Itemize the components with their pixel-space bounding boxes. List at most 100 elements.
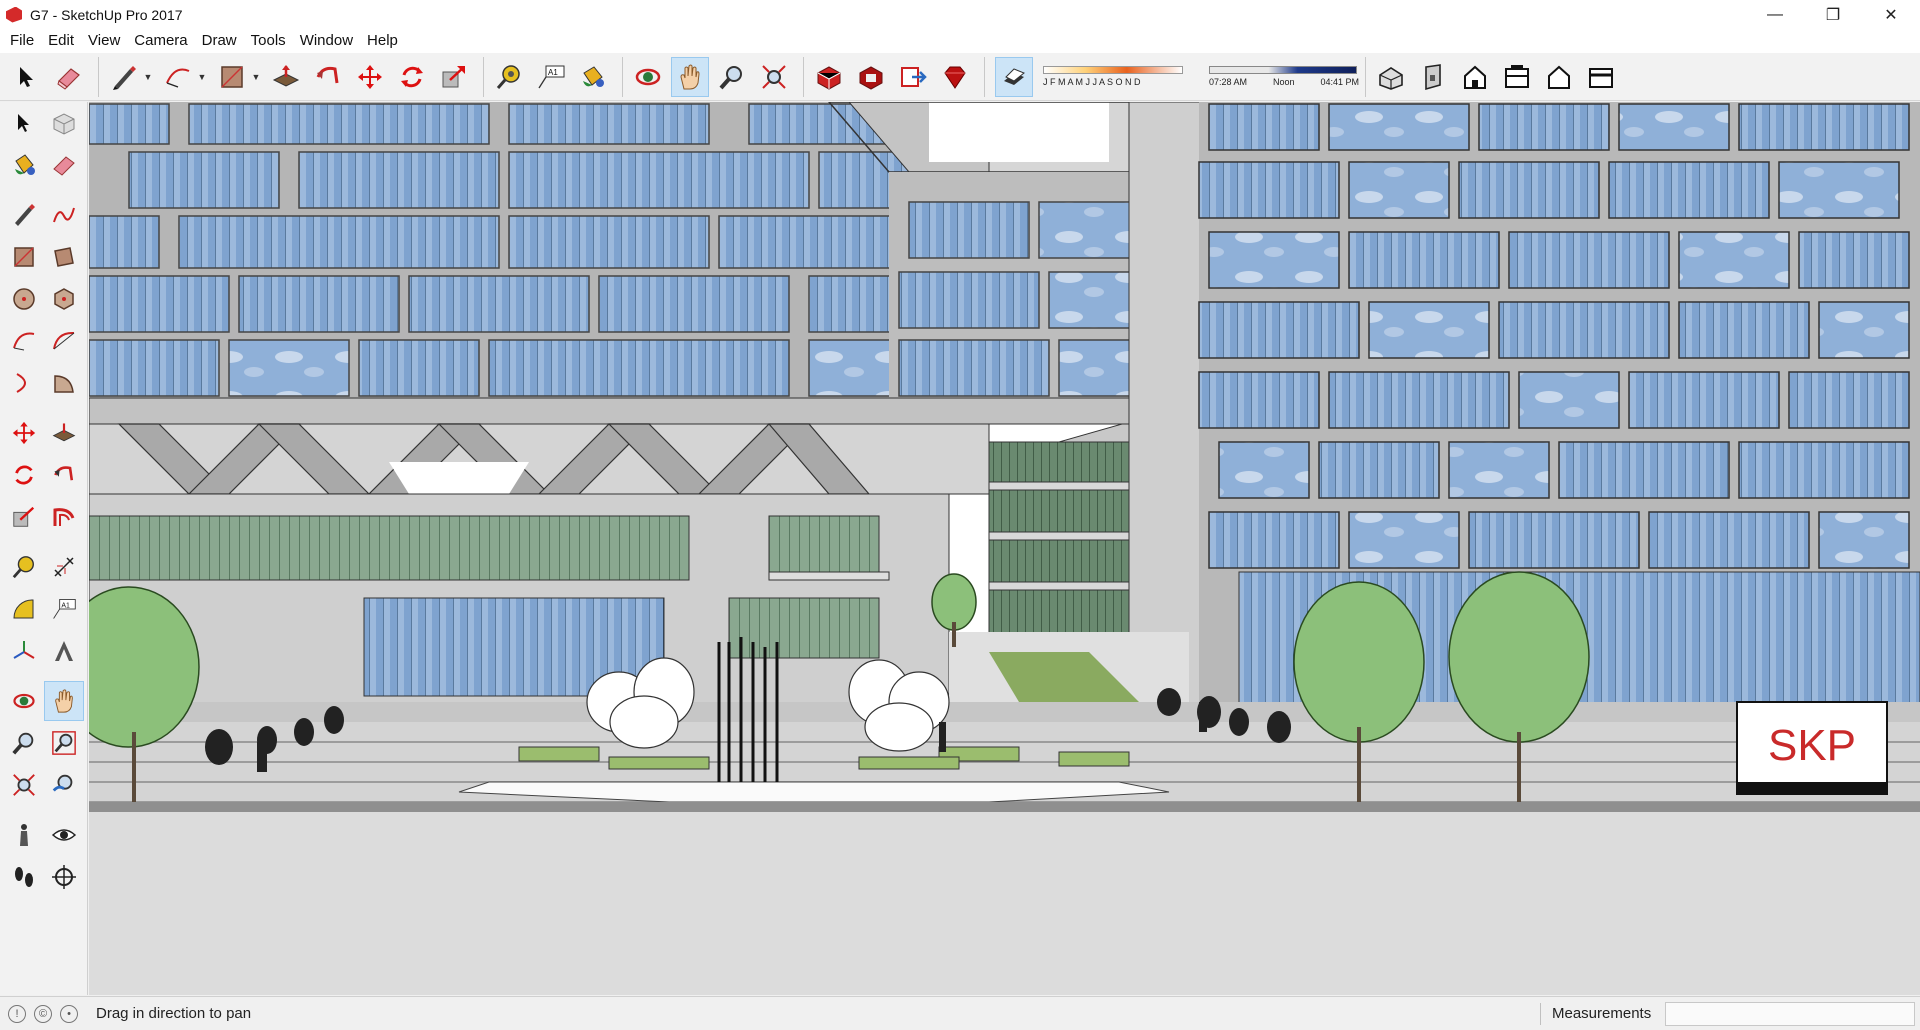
chevron-down-icon[interactable]: ▼ — [143, 57, 153, 97]
zoom-extents-icon[interactable] — [755, 57, 793, 97]
eraser-icon[interactable] — [50, 57, 88, 97]
text-tool-icon[interactable]: A1 — [532, 57, 570, 97]
minimize-button[interactable]: — — [1746, 0, 1804, 29]
shadow-toggle-icon[interactable] — [995, 56, 1033, 97]
left-tool-row — [0, 814, 87, 856]
menu-tools[interactable]: Tools — [244, 29, 293, 53]
shadow-date-slider[interactable]: J F M A M J J A S O N D — [1043, 66, 1193, 87]
left-toolbar-gap — [0, 806, 87, 814]
left-tool-row — [0, 412, 87, 454]
left-view-icon[interactable] — [1582, 57, 1620, 97]
two-point-arc-icon[interactable] — [44, 321, 84, 361]
send-to-layout-icon[interactable] — [894, 57, 932, 97]
geo-location-icon[interactable]: ! — [8, 1004, 26, 1023]
menu-draw[interactable]: Draw — [195, 29, 244, 53]
user-account-icon[interactable]: • — [60, 1004, 78, 1023]
shadow-month-labels: J F M A M J J A S O N D — [1043, 77, 1141, 87]
svg-text:A1: A1 — [61, 602, 70, 609]
walk-icon[interactable] — [4, 857, 44, 897]
measurements-input[interactable] — [1665, 1002, 1915, 1026]
zoom-icon[interactable] — [713, 57, 751, 97]
orbit-icon[interactable] — [629, 57, 667, 97]
pan-hand-icon[interactable] — [671, 56, 709, 97]
menu-file[interactable]: File — [3, 29, 41, 53]
rotated-rectangle-icon[interactable] — [44, 237, 84, 277]
rectangle-icon[interactable] — [4, 237, 44, 277]
zoom-extents-icon[interactable] — [4, 765, 44, 805]
scale-icon[interactable] — [4, 497, 44, 537]
ruby-extension-icon[interactable] — [936, 57, 974, 97]
scale-icon[interactable] — [435, 57, 473, 97]
look-around-icon[interactable] — [44, 815, 84, 855]
iso-view-icon[interactable] — [1372, 57, 1410, 97]
select-arrow-icon[interactable] — [4, 103, 44, 143]
zoom-window-icon[interactable] — [44, 723, 84, 763]
credits-icon[interactable]: © — [34, 1004, 52, 1023]
toolbar-separator — [803, 56, 804, 97]
rotate-icon[interactable] — [393, 57, 431, 97]
shadow-time-bar[interactable] — [1209, 66, 1357, 74]
tape-measure-icon[interactable] — [490, 57, 528, 97]
menu-view[interactable]: View — [81, 29, 127, 53]
extension-warehouse-icon[interactable] — [852, 57, 890, 97]
pan-hand-icon[interactable] — [44, 681, 84, 721]
left-toolbar-gap — [0, 538, 87, 546]
offset-icon[interactable] — [44, 497, 84, 537]
3d-warehouse-icon[interactable] — [810, 57, 848, 97]
paint-bucket-icon[interactable] — [574, 57, 612, 97]
menu-camera[interactable]: Camera — [127, 29, 194, 53]
three-point-arc-icon[interactable] — [4, 363, 44, 403]
shadow-time-labels: 07:28 AM Noon 04:41 PM — [1209, 77, 1359, 87]
pencil-line-icon[interactable] — [4, 195, 44, 235]
previous-view-icon[interactable] — [44, 765, 84, 805]
front-view-icon[interactable] — [1456, 57, 1494, 97]
orbit-icon[interactable] — [4, 681, 44, 721]
dimension-icon[interactable] — [44, 547, 84, 587]
pencil-line-icon[interactable] — [105, 57, 143, 97]
3d-text-icon[interactable] — [44, 631, 84, 671]
tape-measure-icon[interactable] — [4, 547, 44, 587]
menu-window[interactable]: Window — [293, 29, 360, 53]
left-toolbar-gap — [0, 404, 87, 412]
zoom-icon[interactable] — [4, 723, 44, 763]
polygon-icon[interactable] — [44, 279, 84, 319]
circle-icon[interactable] — [4, 279, 44, 319]
shadow-time-slider[interactable]: 07:28 AM Noon 04:41 PM — [1209, 66, 1359, 87]
select-arrow-icon[interactable] — [8, 57, 46, 97]
shadow-date-bar[interactable] — [1043, 66, 1183, 74]
chevron-down-icon[interactable]: ▼ — [251, 57, 261, 97]
close-button[interactable]: ✕ — [1862, 0, 1920, 29]
move-icon[interactable] — [4, 413, 44, 453]
menu-help[interactable]: Help — [360, 29, 405, 53]
protractor-icon[interactable] — [4, 589, 44, 629]
maximize-button[interactable]: ❐ — [1804, 0, 1862, 29]
arc-icon[interactable] — [159, 57, 197, 97]
freehand-icon[interactable] — [44, 195, 84, 235]
follow-me-icon[interactable] — [44, 455, 84, 495]
arc-icon[interactable] — [4, 321, 44, 361]
pie-icon[interactable] — [44, 363, 84, 403]
chevron-down-icon[interactable]: ▼ — [197, 57, 207, 97]
rotate-icon[interactable] — [4, 455, 44, 495]
text-tool-icon[interactable]: A1 — [44, 589, 84, 629]
main-toolbar: ▼ ▼ ▼ A1 J F M A M J J A S O N D 07:28 A… — [0, 53, 1920, 101]
menu-edit[interactable]: Edit — [41, 29, 81, 53]
axes-icon[interactable] — [4, 631, 44, 671]
section-plane-icon[interactable] — [44, 857, 84, 897]
follow-me-icon[interactable] — [309, 57, 347, 97]
rectangle-icon[interactable] — [213, 57, 251, 97]
make-component-icon[interactable] — [44, 103, 84, 143]
left-tool-row — [0, 764, 87, 806]
position-camera-icon[interactable] — [4, 815, 44, 855]
push-pull-icon[interactable] — [44, 413, 84, 453]
right-view-icon[interactable] — [1498, 57, 1536, 97]
move-icon[interactable] — [351, 57, 389, 97]
back-view-icon[interactable] — [1540, 57, 1578, 97]
top-view-icon[interactable] — [1414, 57, 1452, 97]
paint-bucket-icon[interactable] — [4, 145, 44, 185]
eraser-icon[interactable] — [44, 145, 84, 185]
time-end-label: 04:41 PM — [1320, 77, 1359, 87]
push-pull-icon[interactable] — [267, 57, 305, 97]
status-hint: Drag in direction to pan — [96, 1005, 252, 1022]
3d-viewport[interactable]: SKP — [89, 102, 1920, 995]
